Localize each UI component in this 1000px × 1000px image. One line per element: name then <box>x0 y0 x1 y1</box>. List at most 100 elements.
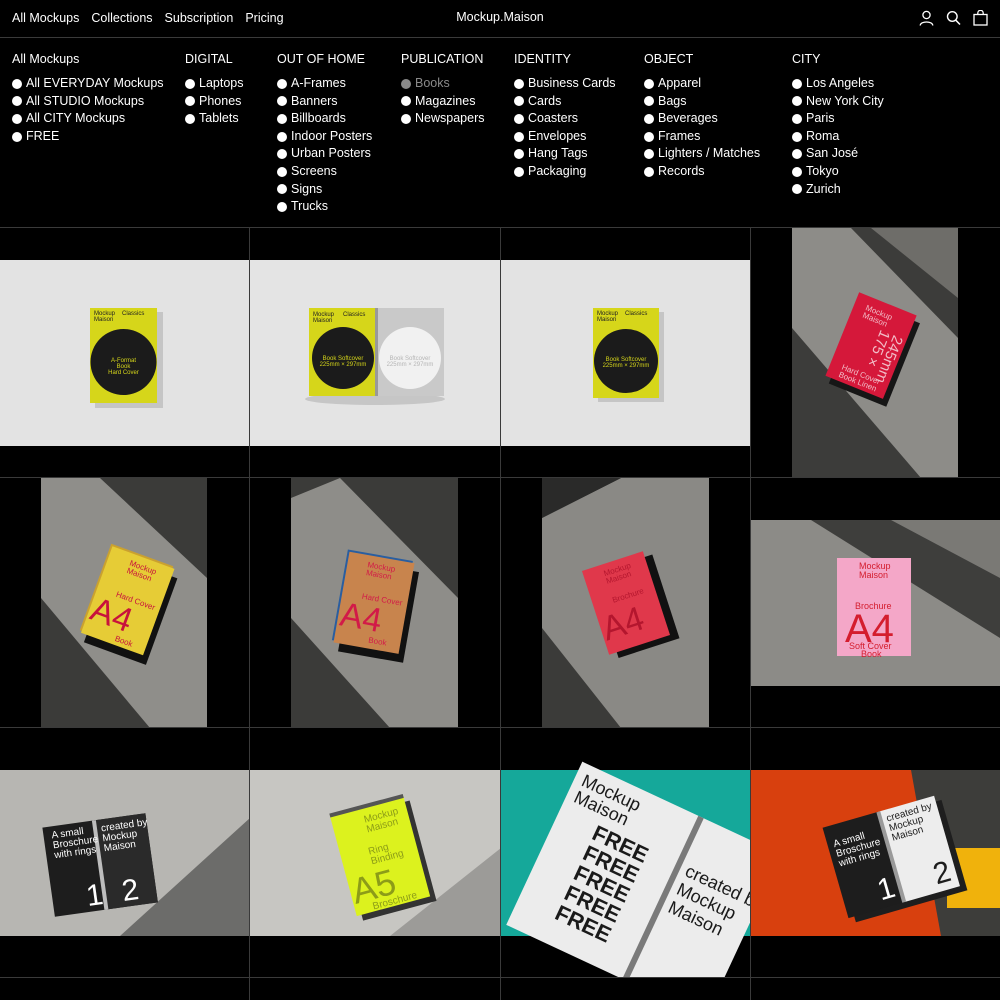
menu-item-signs[interactable]: Signs <box>277 181 372 199</box>
menu-item-laptops[interactable]: Laptops <box>185 75 243 93</box>
menu-item-coasters[interactable]: Coasters <box>514 110 616 128</box>
menu-item-frames[interactable]: Frames <box>644 128 760 146</box>
bullet-icon <box>792 113 802 124</box>
menu-item-apparel[interactable]: Apparel <box>644 75 760 93</box>
nav-subscription[interactable]: Subscription <box>165 11 234 25</box>
menu-item-lighters-matches[interactable]: Lighters / Matches <box>644 145 760 163</box>
bag-icon[interactable] <box>973 9 988 26</box>
product-card[interactable]: Mockup Maison Brochure A4 Soft Cover Boo… <box>751 478 1000 728</box>
nav-collections[interactable]: Collections <box>91 11 152 25</box>
menu-item-bags[interactable]: Bags <box>644 93 760 111</box>
bullet-icon <box>185 78 195 89</box>
menu-item-label: Trucks <box>291 199 329 214</box>
menu-title-out-of-home[interactable]: OUT OF HOME <box>277 52 372 70</box>
menu-item-label: Frames <box>658 128 701 143</box>
menu-item-san-jose[interactable]: San José <box>792 145 884 163</box>
svg-text:225mm × 297mm: 225mm × 297mm <box>320 362 367 368</box>
bullet-icon <box>644 96 654 107</box>
menu-item-hang-tags[interactable]: Hang Tags <box>514 145 616 163</box>
nav-pricing[interactable]: Pricing <box>245 11 283 25</box>
menu-title-all-mockups[interactable]: All Mockups <box>12 52 164 70</box>
menu-item-magazines[interactable]: Magazines <box>401 93 484 111</box>
menu-column-digital: DIGITAL Laptops Phones Tablets <box>185 52 243 128</box>
product-card[interactable] <box>250 978 501 1000</box>
menu-item-urban-posters[interactable]: Urban Posters <box>277 145 372 163</box>
bullet-icon <box>185 113 195 124</box>
menu-item-label: Envelopes <box>528 128 587 143</box>
product-card[interactable] <box>501 978 751 1000</box>
menu-item-beverages[interactable]: Beverages <box>644 110 760 128</box>
menu-item-all-city[interactable]: All CITY Mockups <box>12 110 164 128</box>
menu-item-a-frames[interactable]: A-Frames <box>277 75 372 93</box>
product-card[interactable]: Mockup Maison 175 × 245mm Hard Cover Boo… <box>751 228 1000 478</box>
menu-item-screens[interactable]: Screens <box>277 163 372 181</box>
product-card[interactable] <box>751 978 1000 1000</box>
menu-item-roma[interactable]: Roma <box>792 128 884 146</box>
menu-item-label: Signs <box>291 181 323 196</box>
svg-text:225mm × 297mm: 225mm × 297mm <box>387 362 434 368</box>
bullet-icon <box>644 166 654 177</box>
menu-item-phones[interactable]: Phones <box>185 93 243 111</box>
menu-title-object[interactable]: OBJECT <box>644 52 760 70</box>
menu-item-label: Billboards <box>291 111 346 126</box>
menu-title-digital[interactable]: DIGITAL <box>185 52 243 70</box>
menu-title-city[interactable]: CITY <box>792 52 884 70</box>
search-icon[interactable] <box>946 10 961 26</box>
menu-item-free[interactable]: FREE <box>12 128 164 146</box>
bullet-icon <box>514 96 524 107</box>
product-card[interactable]: Mockup Maison Classics Book Softcover 22… <box>250 228 501 478</box>
menu-item-business-cards[interactable]: Business Cards <box>514 75 616 93</box>
menu-column-all-mockups: All Mockups All EVERYDAY Mockups All STU… <box>12 52 164 145</box>
menu-list: All EVERYDAY Mockups All STUDIO Mockups … <box>12 75 164 145</box>
brand-logo[interactable]: Mockup.Maison <box>456 10 544 24</box>
nav-all-mockups[interactable]: All Mockups <box>12 11 79 25</box>
menu-item-label: Business Cards <box>528 76 616 90</box>
menu-item-tokyo[interactable]: Tokyo <box>792 163 884 181</box>
menu-item-banners[interactable]: Banners <box>277 93 372 111</box>
menu-item-billboards[interactable]: Billboards <box>277 110 372 128</box>
menu-item-label: FREE <box>26 128 60 143</box>
product-card[interactable]: Mockup Maison Hard Cover A4 Book <box>0 478 250 728</box>
product-card[interactable]: A small Broschure with rings created by … <box>751 728 1000 978</box>
menu-item-label: Banners <box>291 93 338 108</box>
menu-title-identity[interactable]: IDENTITY <box>514 52 616 70</box>
menu-item-packaging[interactable]: Packaging <box>514 163 616 181</box>
product-card[interactable]: Mockup Maison Hard Cover A4 Book <box>250 478 501 728</box>
menu-item-label: Magazines <box>415 93 476 108</box>
menu-item-label: All CITY Mockups <box>26 111 126 126</box>
mockup-image: Mockup Maison 175 × 245mm Hard Cover Boo… <box>792 228 958 477</box>
menu-item-zurich[interactable]: Zurich <box>792 181 884 199</box>
account-icon[interactable] <box>919 10 934 26</box>
product-card[interactable]: Mockup Maison Classics Book Softcover 22… <box>501 228 751 478</box>
menu-item-label: Urban Posters <box>291 146 371 161</box>
menu-item-newspapers[interactable]: Newspapers <box>401 110 484 128</box>
product-card[interactable]: A small Broschure with rings created by … <box>0 728 250 978</box>
product-card[interactable]: Mockup Maison FREE FREE FREE FREE FREE c… <box>501 728 751 978</box>
menu-item-all-everyday[interactable]: All EVERYDAY Mockups <box>12 75 164 93</box>
menu-item-records[interactable]: Records <box>644 163 760 181</box>
menu-item-indoor-posters[interactable]: Indoor Posters <box>277 128 372 146</box>
menu-item-cards[interactable]: Cards <box>514 93 616 111</box>
menu-item-new-york-city[interactable]: New York City <box>792 93 884 111</box>
menu-item-los-angeles[interactable]: Los Angeles <box>792 75 884 93</box>
bullet-icon <box>12 78 22 89</box>
menu-item-envelopes[interactable]: Envelopes <box>514 128 616 146</box>
mockup-image: Mockup Maison Classics Book Softcover 22… <box>250 260 500 446</box>
main-nav: All Mockups Collections Subscription Pri… <box>12 11 284 25</box>
menu-column-identity: IDENTITY Business Cards Cards Coasters E… <box>514 52 616 181</box>
bullet-icon <box>401 78 411 89</box>
product-card[interactable]: Mockup Maison Classics A-Format Book Har… <box>0 228 250 478</box>
bullet-icon <box>792 166 802 177</box>
menu-item-label: Lighters / Matches <box>658 146 761 161</box>
menu-item-paris[interactable]: Paris <box>792 110 884 128</box>
product-card[interactable]: Mockup Maison Ring Binding A5 Broschure <box>250 728 501 978</box>
bullet-icon <box>514 166 524 177</box>
menu-item-all-studio[interactable]: All STUDIO Mockups <box>12 93 164 111</box>
menu-title-publication[interactable]: PUBLICATION <box>401 52 484 70</box>
product-card[interactable] <box>0 978 250 1000</box>
menu-item-tablets[interactable]: Tablets <box>185 110 243 128</box>
menu-item-trucks[interactable]: Trucks <box>277 198 372 216</box>
menu-item-books[interactable]: Books <box>401 75 484 93</box>
menu-item-label: New York City <box>806 93 884 108</box>
product-card[interactable]: Mockup Maison Brochure A4 <box>501 478 751 728</box>
